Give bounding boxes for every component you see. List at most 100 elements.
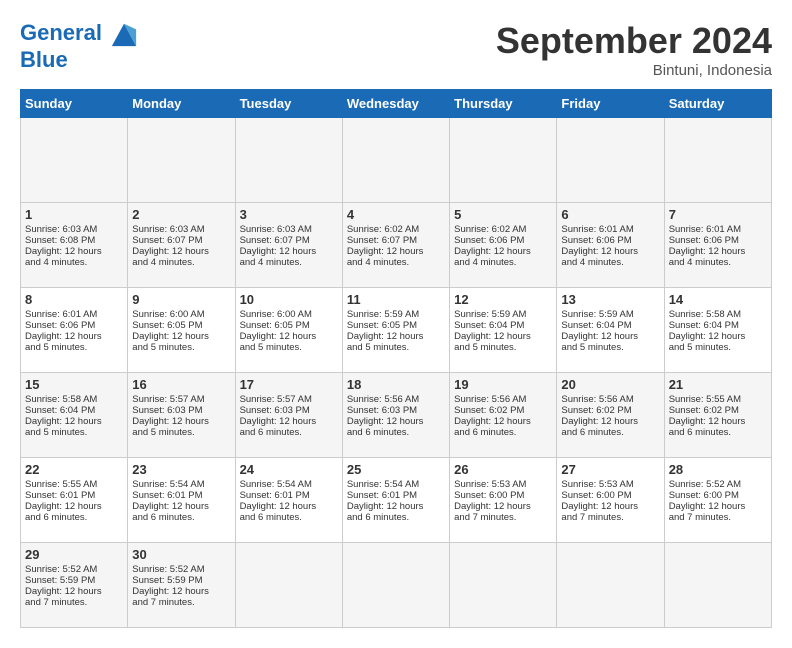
cell-content-line: and 5 minutes. [240,342,338,353]
cell-content-line: Daylight: 12 hours [132,416,230,427]
calendar-cell: 23Sunrise: 5:54 AMSunset: 6:01 PMDayligh… [128,458,235,543]
cell-content-line: and 6 minutes. [561,427,659,438]
cell-content-line: Daylight: 12 hours [25,246,123,257]
cell-content-line: and 4 minutes. [669,257,767,268]
cell-content-line: Daylight: 12 hours [454,331,552,342]
cell-content-line: Daylight: 12 hours [669,246,767,257]
cell-content-line: and 5 minutes. [132,342,230,353]
cell-content-line: Sunset: 6:01 PM [132,490,230,501]
cell-content-line: and 7 minutes. [25,597,123,608]
day-number: 3 [240,207,338,222]
cell-content-line: Sunrise: 5:59 AM [561,309,659,320]
calendar-cell: 15Sunrise: 5:58 AMSunset: 6:04 PMDayligh… [21,373,128,458]
calendar-cell [128,118,235,203]
logo-line2: Blue [20,48,138,72]
cell-content-line: Sunrise: 5:55 AM [25,479,123,490]
calendar-table: SundayMondayTuesdayWednesdayThursdayFrid… [20,89,772,628]
cell-content-line: Sunset: 6:00 PM [561,490,659,501]
calendar-cell: 24 Sunrise: 5:54 AMSunset: 6:01 PMDayligh… [235,458,342,543]
calendar-cell: 16Sunrise: 5:57 AMSunset: 6:03 PMDayligh… [128,373,235,458]
calendar-cell: 30Sunrise: 5:52 AMSunset: 5:59 PMDayligh… [128,543,235,628]
cell-content-line: Sunrise: 5:52 AM [25,564,123,575]
calendar-cell: 22Sunrise: 5:55 AMSunset: 6:01 PMDayligh… [21,458,128,543]
cell-content-line: and 7 minutes. [454,512,552,523]
cell-content-line: Sunset: 6:07 PM [132,235,230,246]
cell-content-line: Sunrise: 5:54 AM [132,479,230,490]
cell-content-line: Daylight: 12 hours [347,331,445,342]
cell-content-line: Sunset: 6:02 PM [669,405,767,416]
cell-content-line: Sunset: 6:06 PM [25,320,123,331]
cell-content-line: Sunrise: 5:55 AM [669,394,767,405]
cell-content-line: Sunrise: 5:54 AM [347,479,445,490]
cell-content-line: Sunrise: 6:01 AM [25,309,123,320]
cell-content-line: Sunset: 6:05 PM [240,320,338,331]
calendar-week-5: 29Sunrise: 5:52 AMSunset: 5:59 PMDayligh… [21,543,772,628]
calendar-cell: 6Sunrise: 6:01 AMSunset: 6:06 PMDaylight… [557,203,664,288]
calendar-cell [450,543,557,628]
calendar-cell [664,118,771,203]
calendar-week-3: 15Sunrise: 5:58 AMSunset: 6:04 PMDayligh… [21,373,772,458]
cell-content-line: Sunset: 6:03 PM [132,405,230,416]
day-number: 5 [454,207,552,222]
cell-content-line: Sunrise: 5:52 AM [669,479,767,490]
cell-content-line: Sunrise: 5:57 AM [132,394,230,405]
calendar-header-row: SundayMondayTuesdayWednesdayThursdayFrid… [21,90,772,118]
cell-content-line: Sunset: 6:04 PM [561,320,659,331]
cell-content-line: Daylight: 12 hours [132,331,230,342]
cell-content-line: Sunset: 6:08 PM [25,235,123,246]
calendar-cell: 1Sunrise: 6:03 AMSunset: 6:08 PMDaylight… [21,203,128,288]
day-header-friday: Friday [557,90,664,118]
cell-content-line: Sunset: 6:03 PM [240,405,338,416]
cell-content-line: Sunset: 6:01 PM [240,490,338,501]
day-number: 14 [669,292,767,307]
cell-content-line: Sunset: 6:01 PM [25,490,123,501]
cell-content-line: Sunrise: 6:01 AM [561,224,659,235]
calendar-cell [450,118,557,203]
cell-content-line: Daylight: 12 hours [561,331,659,342]
cell-content-line: and 4 minutes. [561,257,659,268]
cell-content-line: and 5 minutes. [454,342,552,353]
location-title: Bintuni, Indonesia [496,62,772,79]
cell-content-line: and 6 minutes. [25,512,123,523]
cell-content-line: Sunrise: 5:54 AM [240,479,338,490]
cell-content-line: Sunset: 6:05 PM [132,320,230,331]
cell-content-line: Sunrise: 5:59 AM [347,309,445,320]
calendar-cell: 13Sunrise: 5:59 AMSunset: 6:04 PMDayligh… [557,288,664,373]
calendar-cell: 26Sunrise: 5:53 AMSunset: 6:00 PMDayligh… [450,458,557,543]
cell-content-line: and 6 minutes. [240,427,338,438]
day-number: 11 [347,292,445,307]
cell-content-line: and 6 minutes. [347,427,445,438]
calendar-cell [557,118,664,203]
day-number: 17 [240,377,338,392]
cell-content-line: Daylight: 12 hours [561,501,659,512]
calendar-cell [557,543,664,628]
day-header-thursday: Thursday [450,90,557,118]
calendar-cell: 11Sunrise: 5:59 AMSunset: 6:05 PMDayligh… [342,288,449,373]
calendar-week-0 [21,118,772,203]
cell-content-line: Daylight: 12 hours [25,586,123,597]
cell-content-line: Sunset: 6:04 PM [25,405,123,416]
day-number: 30 [132,547,230,562]
cell-content-line: and 5 minutes. [347,342,445,353]
day-number: 29 [25,547,123,562]
cell-content-line: Sunrise: 5:58 AM [25,394,123,405]
cell-content-line: Daylight: 12 hours [454,501,552,512]
calendar-cell: 4Sunrise: 6:02 AMSunset: 6:07 PMDaylight… [342,203,449,288]
day-number: 27 [561,462,659,477]
calendar-cell: 9Sunrise: 6:00 AMSunset: 6:05 PMDaylight… [128,288,235,373]
cell-content-line: Sunrise: 5:56 AM [454,394,552,405]
cell-content-line: Sunrise: 6:03 AM [240,224,338,235]
cell-content-line: and 4 minutes. [454,257,552,268]
calendar-cell [21,118,128,203]
cell-content-line: Sunset: 6:07 PM [347,235,445,246]
day-number: 28 [669,462,767,477]
cell-content-line: and 6 minutes. [669,427,767,438]
calendar-cell: 17Sunrise: 5:57 AMSunset: 6:03 PMDayligh… [235,373,342,458]
calendar-cell: 21Sunrise: 5:55 AMSunset: 6:02 PMDayligh… [664,373,771,458]
day-number: 24 [240,462,338,477]
calendar-cell: 5Sunrise: 6:02 AMSunset: 6:06 PMDaylight… [450,203,557,288]
cell-content-line: Daylight: 12 hours [240,501,338,512]
day-header-tuesday: Tuesday [235,90,342,118]
cell-content-line: Sunrise: 6:03 AM [132,224,230,235]
calendar-cell [235,118,342,203]
